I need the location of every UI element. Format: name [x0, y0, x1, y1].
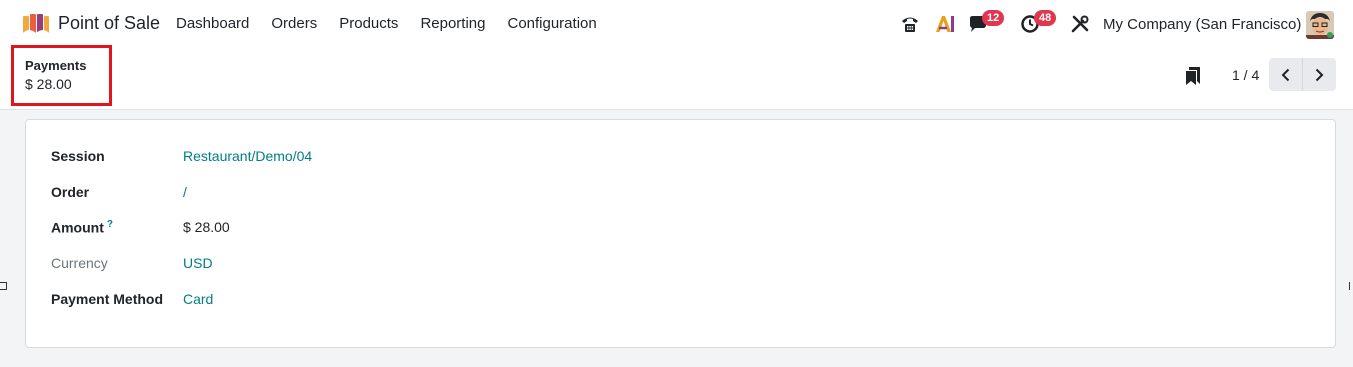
amount-label-text: Amount: [51, 219, 104, 236]
menu-dashboard[interactable]: Dashboard: [176, 15, 249, 32]
chevron-left-icon: [1281, 68, 1289, 81]
ai-icon[interactable]: [934, 13, 956, 35]
resize-handle-left[interactable]: [0, 282, 7, 290]
currency-value[interactable]: USD: [183, 255, 213, 271]
resize-handle-right[interactable]: [1349, 282, 1353, 290]
debug-tools-icon[interactable]: [1070, 14, 1090, 34]
pager-buttons: [1269, 58, 1336, 91]
pager-value[interactable]: 1 / 4: [1232, 67, 1259, 83]
menu-configuration[interactable]: Configuration: [507, 15, 596, 32]
currency-label: Currency: [51, 255, 108, 271]
app-name[interactable]: Point of Sale: [58, 13, 160, 34]
record-name: $ 28.00: [25, 76, 72, 92]
session-value[interactable]: Restaurant/Demo/04: [183, 148, 312, 164]
main-menu: Dashboard Orders Products Reporting Conf…: [176, 15, 619, 32]
payment-method-value[interactable]: Card: [183, 291, 213, 307]
control-panel: [0, 48, 1353, 110]
order-label: Order: [51, 184, 90, 200]
amount-label: Amount?: [51, 219, 113, 236]
top-navbar: Point of Sale Dashboard Orders Products …: [0, 0, 1353, 48]
company-switcher[interactable]: My Company (San Francisco): [1103, 16, 1301, 33]
help-tooltip-icon[interactable]: ?: [107, 219, 113, 230]
activity-count-badge: 48: [1034, 10, 1057, 26]
breadcrumb-title[interactable]: Payments: [25, 58, 86, 73]
menu-products[interactable]: Products: [339, 15, 398, 32]
session-label: Session: [51, 148, 105, 164]
order-value[interactable]: /: [183, 184, 187, 200]
pager-next-button[interactable]: [1302, 58, 1335, 91]
pager-previous-button[interactable]: [1269, 58, 1302, 91]
chevron-right-icon: [1315, 68, 1324, 81]
chat-count-badge: 12: [982, 10, 1005, 26]
pos-app-icon[interactable]: [22, 13, 50, 35]
menu-reporting[interactable]: Reporting: [420, 15, 485, 32]
phone-icon[interactable]: [900, 14, 920, 34]
menu-orders[interactable]: Orders: [271, 15, 317, 32]
user-avatar[interactable]: [1306, 11, 1334, 39]
bookmark-icon[interactable]: [1185, 66, 1201, 86]
payment-method-label: Payment Method: [51, 291, 164, 307]
amount-value: $ 28.00: [183, 219, 230, 235]
